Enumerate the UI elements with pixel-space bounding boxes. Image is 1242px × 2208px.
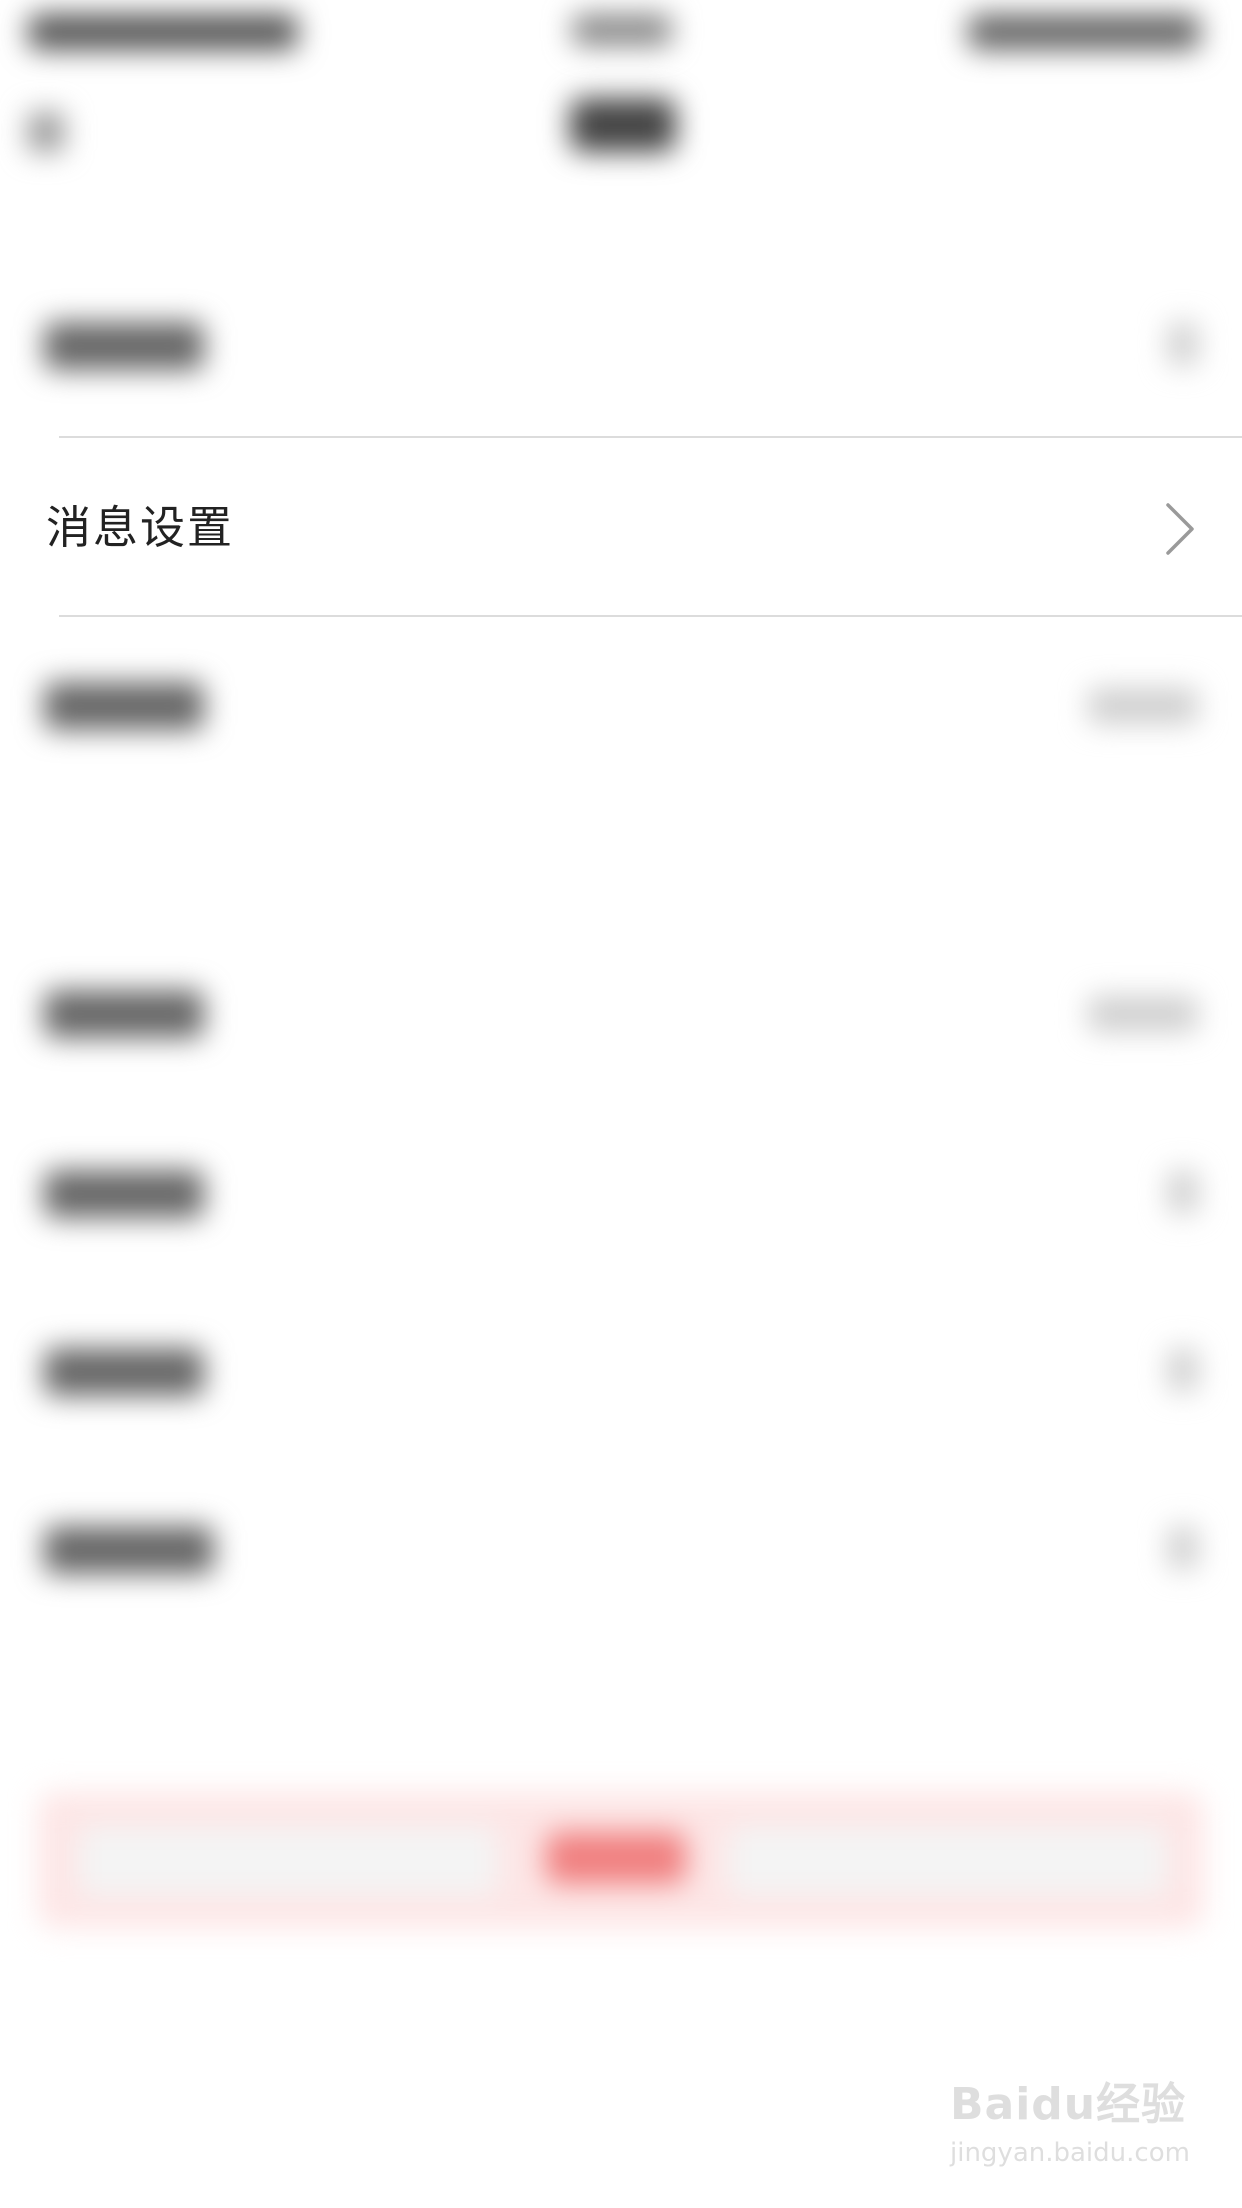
settings-row-message[interactable]: 消息设置 <box>0 439 1242 616</box>
row-3-value <box>1088 688 1198 724</box>
row-divider <box>59 615 1242 617</box>
row-6-label <box>44 1348 204 1396</box>
logout-button[interactable] <box>546 1832 686 1884</box>
settings-row-label: 消息设置 <box>46 501 235 554</box>
chevron-right-icon <box>1168 322 1198 366</box>
row-7-label <box>44 1526 214 1574</box>
back-icon[interactable] <box>28 112 64 152</box>
logout-button-right <box>728 1826 1168 1896</box>
row-1-label <box>44 322 204 370</box>
page-title <box>570 98 676 152</box>
chevron-right-icon <box>1168 1526 1198 1570</box>
row-divider <box>59 436 1242 438</box>
chevron-right-icon <box>1168 1170 1198 1214</box>
row-4-value <box>1088 996 1198 1032</box>
watermark: Baidu经验 jingyan.baidu.com <box>950 2068 1190 2168</box>
logout-button-left <box>78 1826 498 1896</box>
row-3-label <box>44 682 204 730</box>
chevron-right-icon <box>1166 503 1194 555</box>
status-bar-right <box>968 14 1200 50</box>
watermark-logo: Baidu经验 <box>950 2079 1187 2130</box>
row-5-label <box>44 1170 204 1218</box>
chevron-right-icon <box>1168 1348 1198 1392</box>
status-bar-time <box>572 14 672 46</box>
watermark-url: jingyan.baidu.com <box>950 2138 1190 2168</box>
row-4-label <box>44 990 204 1038</box>
status-bar-left <box>28 14 298 50</box>
